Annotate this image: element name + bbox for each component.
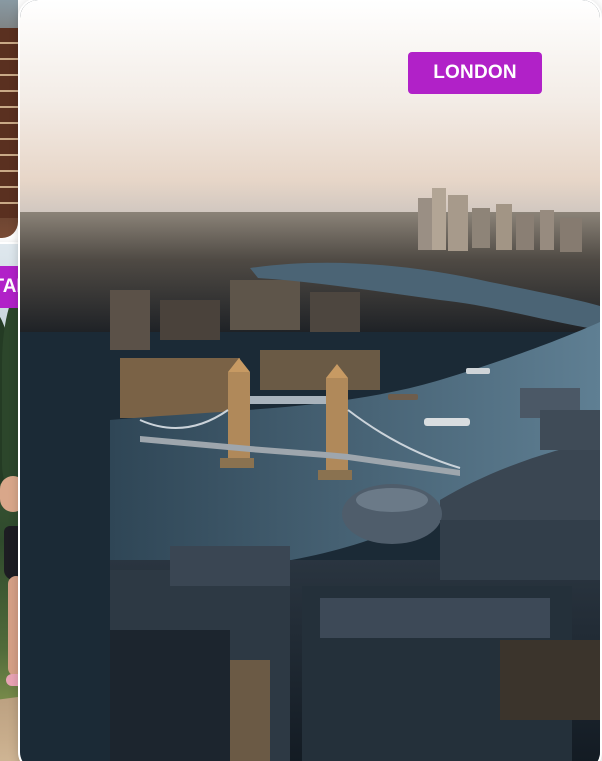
city-card-london[interactable]: [18, 0, 602, 761]
brick-building-photo: [0, 28, 18, 218]
tower-bridge-aerial-photo: [20, 0, 600, 761]
city-label-london: LONDON: [408, 52, 542, 94]
city-card-previous[interactable]: [0, 0, 18, 238]
city-card-carousel: TAMPERE: [0, 0, 602, 761]
